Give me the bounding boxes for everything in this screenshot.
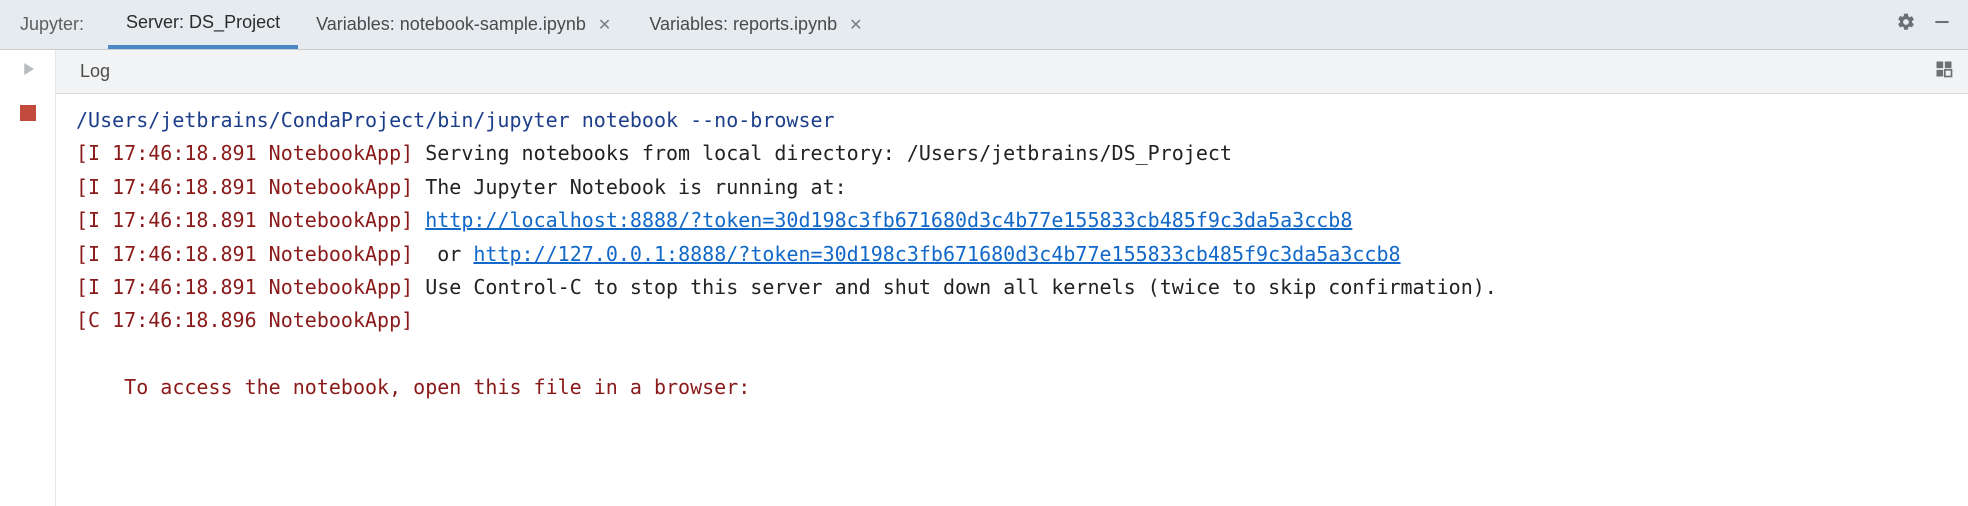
tab-label: Variables: reports.ipynb xyxy=(649,14,837,35)
log-title: Log xyxy=(80,61,110,82)
log-line: [I 17:46:18.891 NotebookApp] The Jupyter… xyxy=(76,171,1968,204)
close-icon[interactable]: ✕ xyxy=(596,15,613,35)
toolbar-gutter xyxy=(0,50,56,506)
layout-icon xyxy=(1934,63,1954,83)
tab-variables-notebook-sample[interactable]: Variables: notebook-sample.ipynb ✕ xyxy=(298,0,631,49)
layout-settings-button[interactable] xyxy=(1934,59,1954,84)
run-button[interactable] xyxy=(19,60,37,83)
minimize-icon xyxy=(1932,12,1952,37)
tab-label: Server: DS_Project xyxy=(126,12,280,33)
tab-variables-reports[interactable]: Variables: reports.ipynb ✕ xyxy=(631,0,882,49)
stop-button[interactable] xyxy=(20,105,36,121)
log-line: [I 17:46:18.891 NotebookApp] Serving not… xyxy=(76,137,1968,170)
tab-label: Variables: notebook-sample.ipynb xyxy=(316,14,586,35)
gear-icon xyxy=(1896,12,1916,37)
tab-bar: Jupyter: Server: DS_Project Variables: n… xyxy=(0,0,1968,50)
log-line: [I 17:46:18.891 NotebookApp] http://loca… xyxy=(76,204,1968,237)
console-output[interactable]: /Users/jetbrains/CondaProject/bin/jupyte… xyxy=(56,94,1968,506)
jupyter-tool-window: Jupyter: Server: DS_Project Variables: n… xyxy=(0,0,1968,506)
server-url-link[interactable]: http://127.0.0.1:8888/?token=30d198c3fb6… xyxy=(473,242,1400,266)
log-line: [I 17:46:18.891 NotebookApp] or http://1… xyxy=(76,238,1968,271)
command-line: /Users/jetbrains/CondaProject/bin/jupyte… xyxy=(76,104,1968,137)
log-line xyxy=(76,338,1968,371)
log-line: [C 17:46:18.896 NotebookApp] xyxy=(76,304,1968,337)
log-line: To access the notebook, open this file i… xyxy=(76,371,1968,404)
log-line: [I 17:46:18.891 NotebookApp] Use Control… xyxy=(76,271,1968,304)
play-icon xyxy=(19,65,37,82)
log-header: Log xyxy=(56,50,1968,94)
panel-title: Jupyter: xyxy=(20,0,108,49)
server-url-link[interactable]: http://localhost:8888/?token=30d198c3fb6… xyxy=(425,208,1352,232)
settings-button[interactable] xyxy=(1888,0,1924,49)
tab-server[interactable]: Server: DS_Project xyxy=(108,0,298,49)
hide-button[interactable] xyxy=(1924,0,1960,49)
close-icon[interactable]: ✕ xyxy=(847,15,864,35)
